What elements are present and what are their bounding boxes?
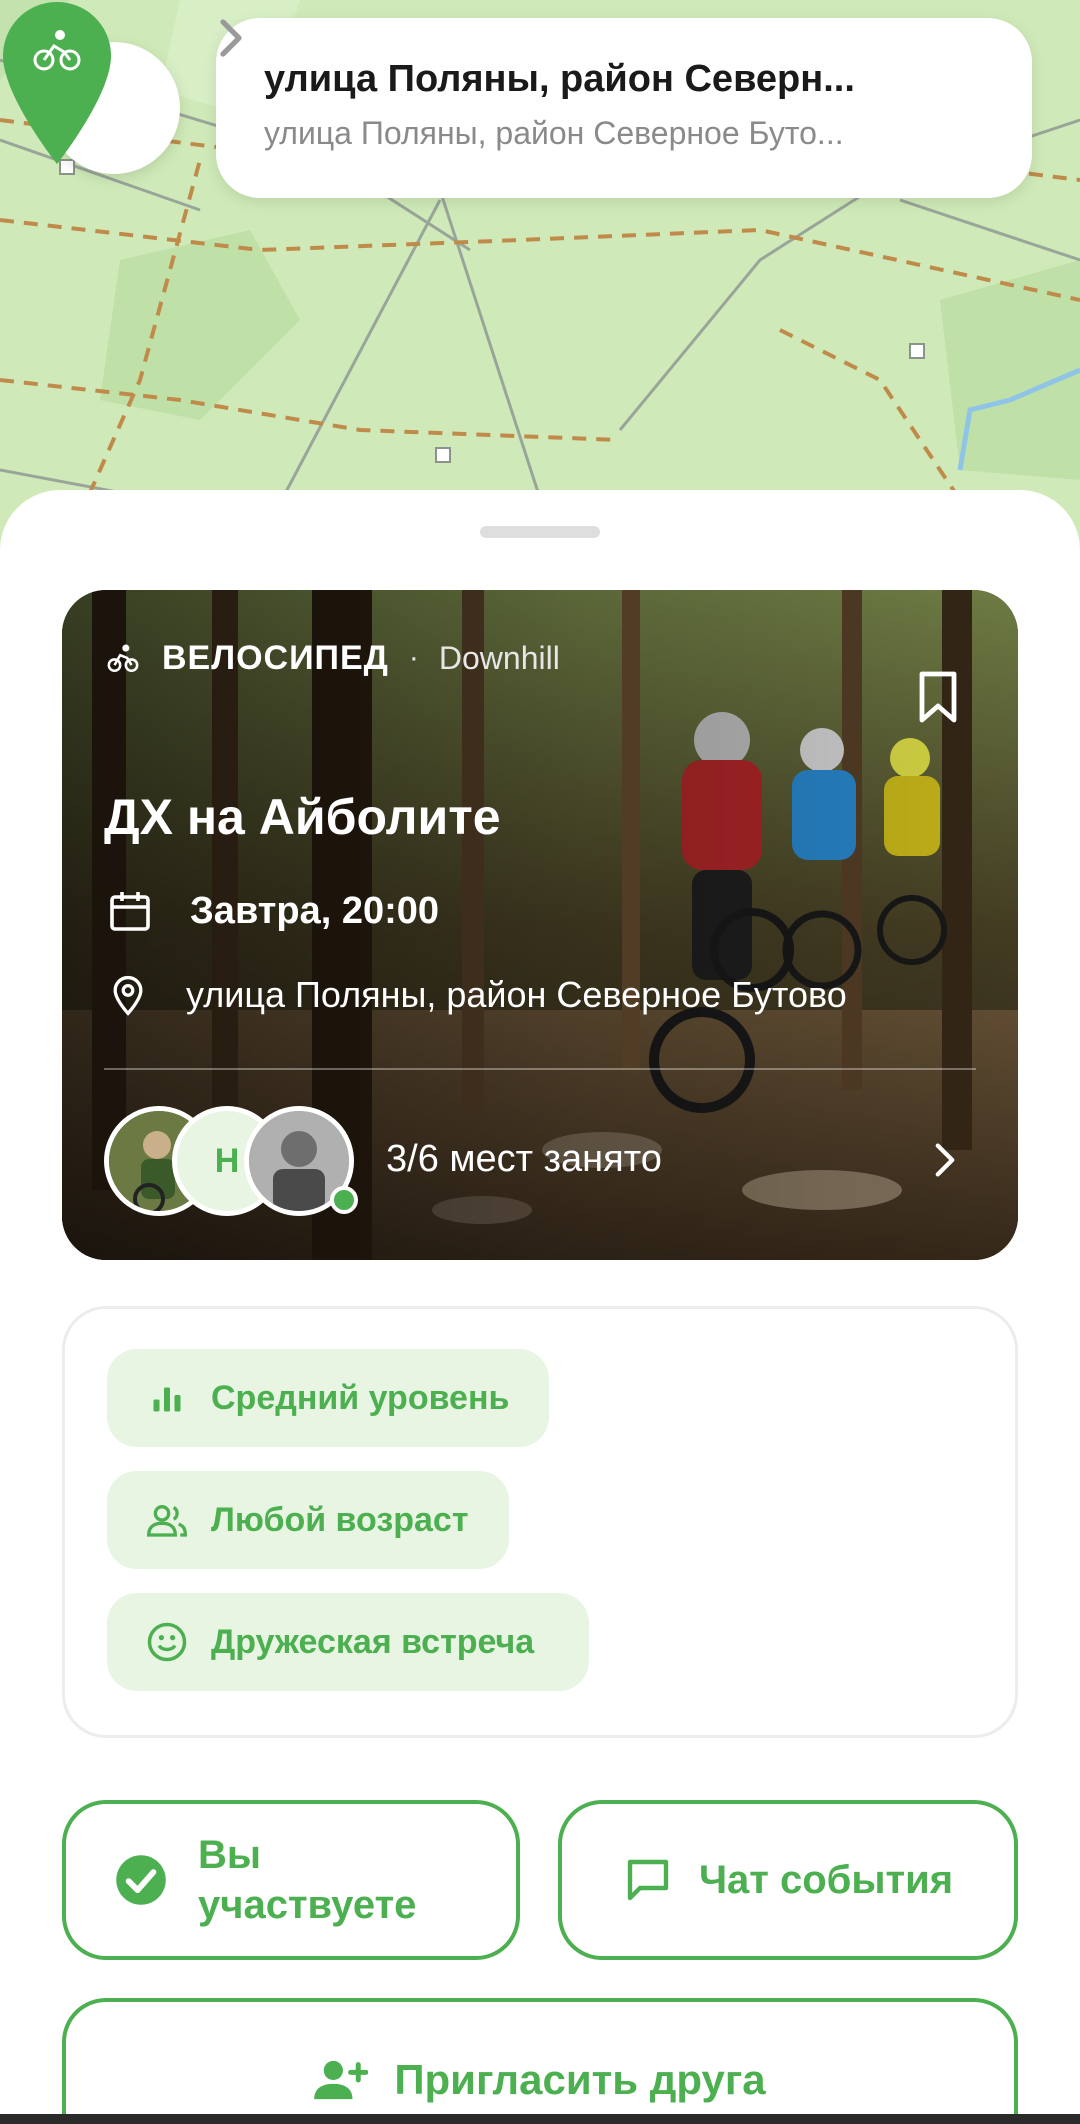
tag-mood: Дружеская встреча xyxy=(107,1593,589,1691)
address-title: улица Поляны, район Северн... xyxy=(264,58,855,100)
event-place: улица Поляны, район Северное Бутово xyxy=(186,974,847,1015)
bar-chart-icon xyxy=(143,1374,191,1422)
online-status-dot xyxy=(330,1186,358,1214)
invite-label: Пригласить друга xyxy=(394,2056,766,2103)
map-view[interactable]: улица Поляны, район Северн... улица Поля… xyxy=(0,0,1080,560)
bike-pin-icon[interactable] xyxy=(0,0,114,166)
joined-label: Вы участвуете xyxy=(198,1833,417,1927)
category-separator: · xyxy=(408,641,419,674)
chevron-right-icon[interactable] xyxy=(932,1142,958,1178)
tag-level: Средний уровень xyxy=(107,1349,549,1447)
event-chat-button[interactable]: Чат события xyxy=(558,1800,1018,1960)
joined-button[interactable]: Вы участвуете xyxy=(62,1800,520,1960)
system-nav-bar xyxy=(0,2114,1080,2124)
chat-label: Чат события xyxy=(698,1857,954,1902)
event-subcategory: Downhill xyxy=(438,639,560,676)
tag-label: Дружеская встреча xyxy=(211,1622,535,1661)
invite-friend-button[interactable]: Пригласить друга xyxy=(62,1998,1018,2124)
address-subtitle: улица Поляны, район Северное Буто... xyxy=(264,115,844,151)
event-place-row: улица Поляны, район Северное Бутово xyxy=(106,970,847,1020)
calendar-icon xyxy=(110,892,150,931)
location-pin-icon xyxy=(113,975,143,1016)
address-card[interactable]: улица Поляны, район Северн... улица Поля… xyxy=(216,18,1032,198)
event-bottom-sheet: ВЕЛОСИПЕД · Downhill ДХ на Айболите Завт… xyxy=(0,490,1080,2124)
chevron-right-icon xyxy=(220,19,242,57)
sheet-drag-handle[interactable] xyxy=(480,526,600,538)
chat-bubble-icon xyxy=(627,1859,669,1901)
check-circle-icon xyxy=(116,1855,166,1905)
bike-icon xyxy=(107,644,139,673)
card-divider xyxy=(104,1068,976,1070)
tag-age: Любой возраст xyxy=(107,1471,509,1569)
people-icon xyxy=(143,1496,191,1544)
event-datetime: Завтра, 20:00 xyxy=(190,889,440,932)
event-category-row: ВЕЛОСИПЕД · Downhill xyxy=(106,634,560,682)
add-person-icon xyxy=(314,2060,369,2100)
bookmark-icon[interactable] xyxy=(918,670,958,724)
event-title: ДХ на Айболите xyxy=(104,789,501,845)
event-date-row: Завтра, 20:00 xyxy=(106,886,439,936)
tag-label: Средний уровень xyxy=(211,1378,510,1417)
event-card[interactable]: ВЕЛОСИПЕД · Downhill ДХ на Айболите Завт… xyxy=(62,590,1018,1260)
tag-label: Любой возраст xyxy=(211,1500,469,1539)
seats-count: 3/6 мест занято xyxy=(386,1138,662,1180)
event-tags-card: Средний уровень Любой возраст Дружеская … xyxy=(62,1306,1018,1738)
smile-icon xyxy=(143,1618,191,1666)
participants-avatars[interactable]: Н xyxy=(104,1106,364,1216)
event-category: ВЕЛОСИПЕД xyxy=(162,638,389,677)
